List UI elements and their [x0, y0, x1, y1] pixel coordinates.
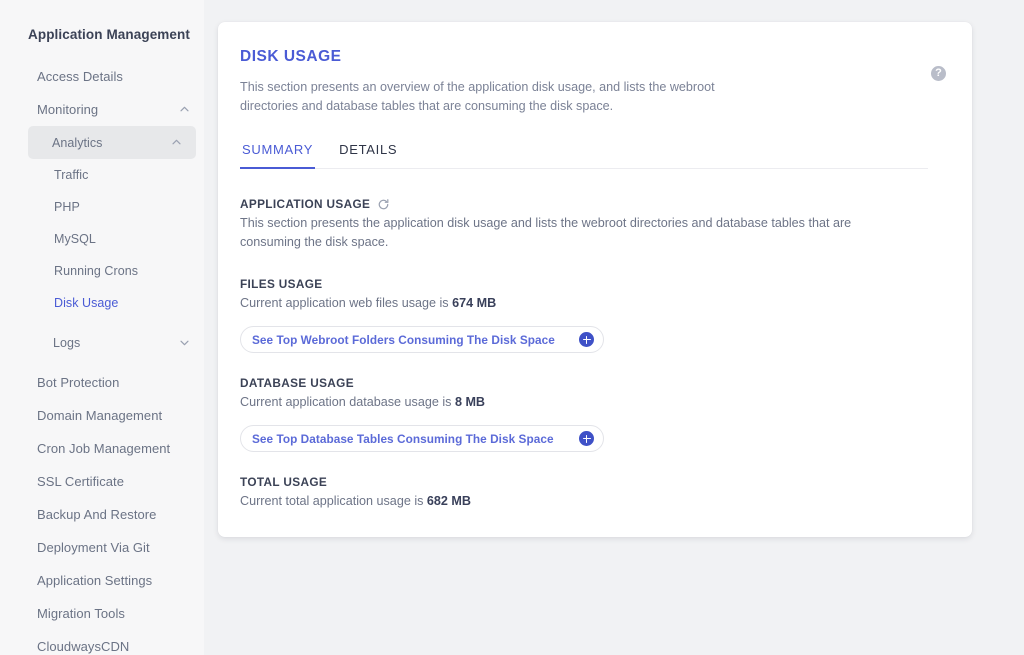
sidebar-item-ssl-certificate[interactable]: SSL Certificate [0, 465, 204, 498]
see-top-database-tables-button[interactable]: See Top Database Tables Consuming The Di… [240, 425, 604, 452]
sidebar-item-backup-and-restore[interactable]: Backup And Restore [0, 498, 204, 531]
sidebar-item-cloudwayscdn[interactable]: CloudwaysCDN [0, 630, 204, 655]
sidebar-item-label: Access Details [37, 69, 123, 84]
tab-bar: SUMMARY DETAILS [240, 142, 928, 169]
sidebar-item-label: Monitoring [37, 102, 99, 117]
sidebar-item-label: Cron Job Management [37, 441, 171, 456]
database-usage-heading: DATABASE USAGE [240, 376, 950, 390]
sidebar: Application Management Access Details Mon… [0, 0, 204, 655]
sidebar-item-label: Logs [53, 335, 81, 350]
sidebar-item-analytics[interactable]: Analytics [28, 126, 196, 159]
page-title: DISK USAGE [240, 48, 342, 65]
app-root: Application Management Access Details Mon… [0, 0, 1024, 655]
files-usage-label: FILES USAGE [240, 277, 323, 291]
sidebar-item-deployment-via-git[interactable]: Deployment Via Git [0, 531, 204, 564]
tab-summary[interactable]: SUMMARY [240, 142, 327, 169]
sidebar-item-label: Running Crons [54, 264, 139, 278]
files-usage-heading: FILES USAGE [240, 277, 950, 291]
sidebar-item-label: MySQL [54, 232, 96, 246]
application-usage-description: This section presents the application di… [240, 216, 852, 249]
main-content: ? DISK USAGE This section presents an ov… [204, 0, 1024, 655]
total-usage-label: TOTAL USAGE [240, 475, 328, 489]
database-usage-value: 8 MB [454, 395, 486, 409]
plus-icon [579, 431, 594, 446]
sidebar-item-label: SSL Certificate [37, 474, 124, 489]
sidebar-item-cron-job-management[interactable]: Cron Job Management [0, 432, 204, 465]
see-top-webroot-folders-label: See Top Webroot Folders Consuming The Di… [252, 332, 555, 347]
sidebar-item-label: PHP [54, 200, 80, 214]
database-usage-text: Current application database usage is 8 … [240, 393, 885, 412]
total-usage-heading: TOTAL USAGE [240, 475, 950, 489]
total-usage-text-prefix: Current total application usage is [240, 494, 427, 508]
application-usage-heading: APPLICATION USAGE [240, 197, 950, 211]
sidebar-nav: Access Details Monitoring Analytics Traffic… [0, 60, 204, 655]
files-usage-text-prefix: Current application web files usage is [240, 296, 453, 310]
chevron-up-icon[interactable] [179, 104, 190, 115]
sidebar-item-application-settings[interactable]: Application Settings [0, 564, 204, 597]
total-usage-value: 682 MB [426, 494, 472, 508]
nav-group-spacer [0, 319, 204, 326]
disk-usage-card: ? DISK USAGE This section presents an ov… [218, 22, 972, 537]
nav-group-spacer [0, 359, 204, 366]
sidebar-item-label: Migration Tools [37, 606, 125, 621]
sidebar-item-label: Domain Management [37, 408, 163, 423]
see-top-database-tables-label: See Top Database Tables Consuming The Di… [252, 431, 554, 446]
sidebar-item-bot-protection[interactable]: Bot Protection [0, 366, 204, 399]
sidebar-item-php[interactable]: PHP [0, 191, 204, 223]
sidebar-item-logs[interactable]: Logs [0, 326, 204, 359]
sidebar-title: Application Management [28, 27, 190, 42]
sidebar-item-label: Bot Protection [37, 375, 120, 390]
sidebar-item-label: Application Settings [37, 573, 153, 588]
sidebar-item-mysql[interactable]: MySQL [0, 223, 204, 255]
total-usage-text: Current total application usage is 682 M… [240, 492, 885, 511]
see-top-webroot-folders-button[interactable]: See Top Webroot Folders Consuming The Di… [240, 326, 604, 353]
sidebar-item-migration-tools[interactable]: Migration Tools [0, 597, 204, 630]
chevron-up-icon[interactable] [171, 137, 182, 148]
files-usage-text: Current application web files usage is 6… [240, 294, 885, 313]
sidebar-item-domain-management[interactable]: Domain Management [0, 399, 204, 432]
plus-icon [579, 332, 594, 347]
sidebar-item-label: Disk Usage [54, 296, 119, 310]
page-description: This section presents an overview of the… [240, 80, 715, 113]
sidebar-item-traffic[interactable]: Traffic [0, 159, 204, 191]
files-usage-value: 674 MB [452, 296, 497, 310]
sidebar-item-label: Backup And Restore [37, 507, 157, 522]
sidebar-item-running-crons[interactable]: Running Crons [0, 255, 204, 287]
refresh-icon[interactable] [377, 198, 390, 211]
chevron-down-icon[interactable] [179, 337, 190, 348]
sidebar-item-label: Deployment Via Git [37, 540, 150, 555]
sidebar-item-disk-usage[interactable]: Disk Usage [0, 287, 204, 319]
application-usage-label: APPLICATION USAGE [240, 197, 371, 211]
sidebar-item-label: CloudwaysCDN [37, 639, 130, 654]
database-usage-label: DATABASE USAGE [240, 376, 354, 390]
sidebar-item-label: Analytics [52, 135, 103, 150]
tab-details[interactable]: DETAILS [337, 142, 411, 168]
help-icon[interactable]: ? [931, 66, 946, 81]
sidebar-item-label: Traffic [54, 168, 89, 182]
database-usage-text-prefix: Current application database usage is [240, 395, 455, 409]
sidebar-item-monitoring[interactable]: Monitoring [0, 93, 204, 126]
sidebar-item-access-details[interactable]: Access Details [0, 60, 204, 93]
